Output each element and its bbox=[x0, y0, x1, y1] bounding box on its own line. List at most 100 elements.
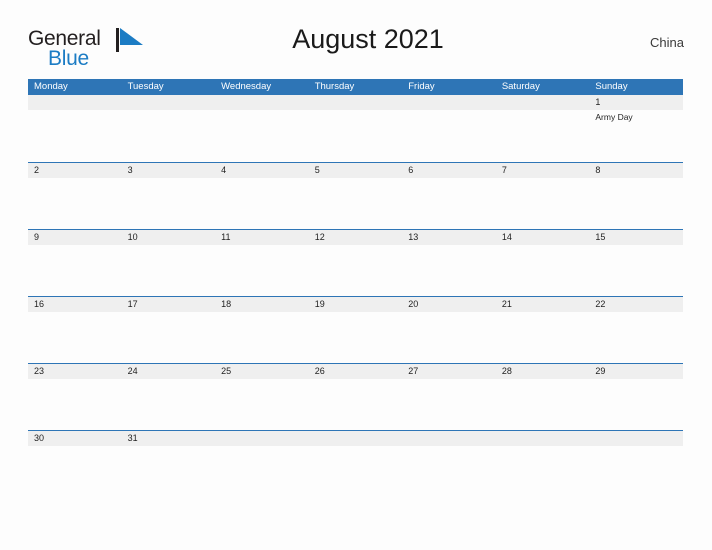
day-event-cell[interactable] bbox=[402, 379, 496, 430]
day-number[interactable]: 30 bbox=[28, 431, 122, 446]
day-number[interactable] bbox=[402, 95, 496, 110]
day-number[interactable]: 14 bbox=[496, 230, 590, 245]
day-event-cell[interactable] bbox=[215, 178, 309, 229]
day-event-cell[interactable] bbox=[589, 446, 683, 497]
day-number[interactable]: 31 bbox=[122, 431, 216, 446]
day-number[interactable]: 25 bbox=[215, 364, 309, 379]
day-number[interactable]: 16 bbox=[28, 297, 122, 312]
page-header: General Blue August 2021 China bbox=[28, 24, 684, 72]
logo-text-blue: Blue bbox=[48, 47, 89, 70]
day-number[interactable]: 9 bbox=[28, 230, 122, 245]
day-event-cell[interactable] bbox=[28, 110, 122, 161]
day-event-cell[interactable] bbox=[28, 446, 122, 497]
day-event-cell[interactable] bbox=[215, 245, 309, 296]
weekday-saturday: Saturday bbox=[501, 81, 540, 92]
day-number[interactable]: 23 bbox=[28, 364, 122, 379]
day-event-cell[interactable] bbox=[589, 245, 683, 296]
day-number[interactable]: 6 bbox=[402, 163, 496, 178]
week-daynumber-band: 23 24 25 26 27 28 29 bbox=[28, 364, 683, 379]
day-number[interactable]: 8 bbox=[589, 163, 683, 178]
day-event-cell[interactable] bbox=[122, 379, 216, 430]
blue-triangle-flag-icon bbox=[116, 28, 144, 52]
day-number[interactable] bbox=[496, 95, 590, 110]
weekday-sunday: Sunday bbox=[595, 81, 628, 92]
week-daynumber-band: 16 17 18 19 20 21 22 bbox=[28, 297, 683, 312]
calendar-page: General Blue August 2021 China Monday Tu… bbox=[0, 0, 712, 550]
day-number[interactable]: 22 bbox=[589, 297, 683, 312]
week-daynumber-band: 9 10 11 12 13 14 15 bbox=[28, 230, 683, 245]
day-event-cell[interactable] bbox=[122, 312, 216, 363]
day-event-cell[interactable] bbox=[309, 110, 403, 161]
day-event-cell[interactable] bbox=[496, 110, 590, 161]
day-number[interactable]: 2 bbox=[28, 163, 122, 178]
day-event-cell[interactable] bbox=[28, 178, 122, 229]
day-number[interactable]: 29 bbox=[589, 364, 683, 379]
generalblue-logo[interactable]: General Blue bbox=[28, 28, 144, 72]
day-event-cell[interactable] bbox=[496, 379, 590, 430]
day-event-cell[interactable] bbox=[589, 312, 683, 363]
day-event-cell[interactable] bbox=[402, 446, 496, 497]
day-event-cell[interactable] bbox=[28, 379, 122, 430]
day-number[interactable]: 17 bbox=[122, 297, 216, 312]
day-event-cell[interactable] bbox=[215, 110, 309, 161]
day-event-cell[interactable] bbox=[28, 312, 122, 363]
day-event-cell[interactable] bbox=[309, 379, 403, 430]
day-event-cell[interactable] bbox=[122, 178, 216, 229]
day-number[interactable]: 21 bbox=[496, 297, 590, 312]
day-event-cell[interactable] bbox=[402, 178, 496, 229]
page-title: August 2021 bbox=[292, 24, 444, 54]
day-number[interactable] bbox=[215, 431, 309, 446]
day-event-cell[interactable] bbox=[215, 312, 309, 363]
day-number[interactable]: 15 bbox=[589, 230, 683, 245]
day-event-cell[interactable]: Army Day bbox=[589, 110, 683, 161]
day-number[interactable] bbox=[309, 431, 403, 446]
day-number[interactable]: 20 bbox=[402, 297, 496, 312]
day-number[interactable] bbox=[402, 431, 496, 446]
day-event-cell[interactable] bbox=[402, 245, 496, 296]
day-event-cell[interactable] bbox=[28, 245, 122, 296]
day-event-cell[interactable] bbox=[309, 245, 403, 296]
day-event-cell[interactable] bbox=[309, 446, 403, 497]
day-number[interactable]: 26 bbox=[309, 364, 403, 379]
day-event-cell[interactable] bbox=[215, 446, 309, 497]
day-number[interactable] bbox=[122, 95, 216, 110]
day-number[interactable]: 18 bbox=[215, 297, 309, 312]
day-number[interactable]: 12 bbox=[309, 230, 403, 245]
day-number[interactable]: 4 bbox=[215, 163, 309, 178]
day-number[interactable] bbox=[28, 95, 122, 110]
day-number[interactable]: 27 bbox=[402, 364, 496, 379]
day-number[interactable] bbox=[215, 95, 309, 110]
day-number[interactable]: 13 bbox=[402, 230, 496, 245]
day-number[interactable] bbox=[309, 95, 403, 110]
weekday-header-row: Monday Tuesday Wednesday Thursday Friday… bbox=[28, 79, 683, 95]
day-number[interactable]: 3 bbox=[122, 163, 216, 178]
day-event-cell[interactable] bbox=[402, 110, 496, 161]
week-daynumber-band: 30 31 bbox=[28, 431, 683, 446]
day-number[interactable]: 11 bbox=[215, 230, 309, 245]
day-event-cell[interactable] bbox=[309, 312, 403, 363]
day-event-cell[interactable] bbox=[496, 446, 590, 497]
day-number[interactable]: 19 bbox=[309, 297, 403, 312]
day-event-cell[interactable] bbox=[496, 178, 590, 229]
day-event-cell[interactable] bbox=[309, 178, 403, 229]
day-number[interactable]: 24 bbox=[122, 364, 216, 379]
day-number[interactable]: 28 bbox=[496, 364, 590, 379]
day-event-cell[interactable] bbox=[122, 446, 216, 497]
day-event-cell[interactable] bbox=[589, 178, 683, 229]
day-number[interactable]: 1 bbox=[589, 95, 683, 110]
day-event-cell[interactable] bbox=[122, 110, 216, 161]
day-event-cell[interactable] bbox=[402, 312, 496, 363]
day-number[interactable]: 10 bbox=[122, 230, 216, 245]
country-label: China bbox=[650, 35, 684, 50]
day-event-cell[interactable] bbox=[496, 245, 590, 296]
day-event-cell[interactable] bbox=[215, 379, 309, 430]
day-number[interactable]: 5 bbox=[309, 163, 403, 178]
day-event-cell[interactable] bbox=[589, 379, 683, 430]
day-number[interactable] bbox=[496, 431, 590, 446]
week-row: 9 10 11 12 13 14 15 bbox=[28, 229, 683, 296]
day-event-cell[interactable] bbox=[496, 312, 590, 363]
day-number[interactable]: 7 bbox=[496, 163, 590, 178]
week-row: 16 17 18 19 20 21 22 bbox=[28, 296, 683, 363]
day-number[interactable] bbox=[589, 431, 683, 446]
day-event-cell[interactable] bbox=[122, 245, 216, 296]
